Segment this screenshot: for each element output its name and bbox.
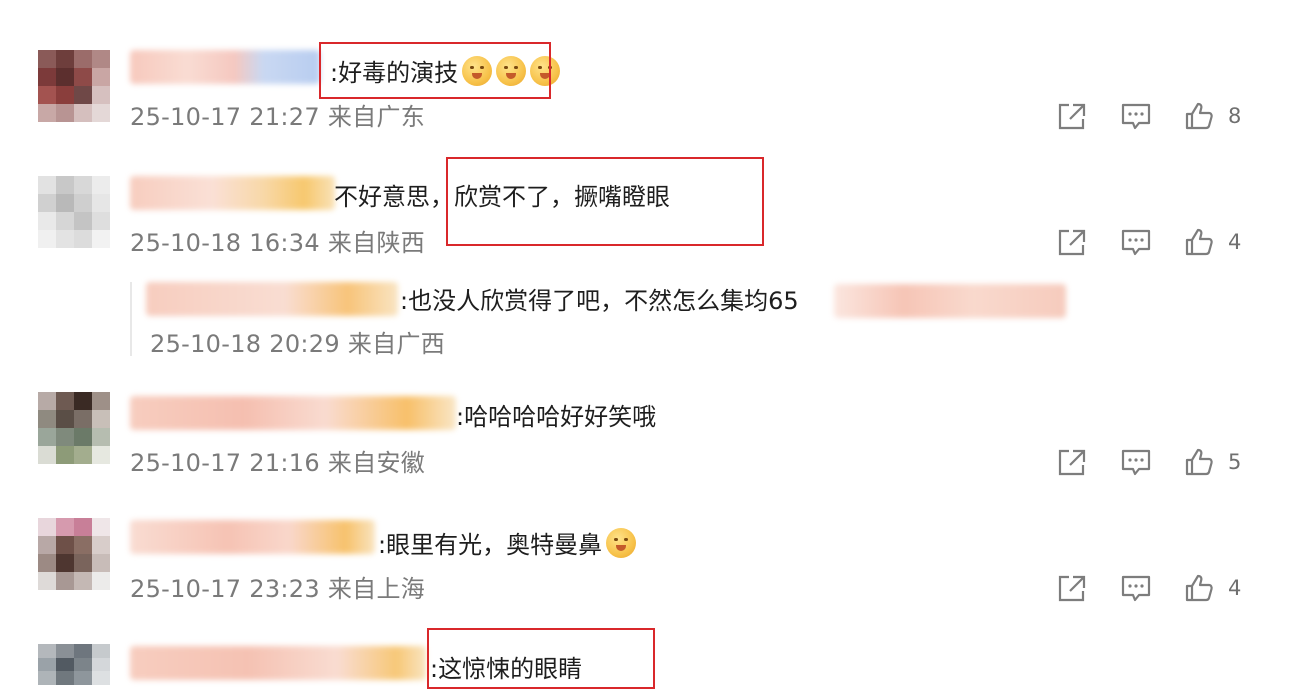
thumbs-up-icon xyxy=(1185,102,1213,130)
share-button[interactable] xyxy=(1056,570,1088,606)
username-blurred[interactable] xyxy=(130,646,426,680)
avatar[interactable] xyxy=(38,50,110,122)
reply-divider xyxy=(130,282,132,356)
comment-meta: 25-10-18 16:34 来自陕西 xyxy=(130,229,426,257)
comment-meta: 25-10-17 23:23 来自上海 xyxy=(130,575,426,603)
comment-actions: 8 xyxy=(1056,98,1256,134)
share-icon xyxy=(1058,229,1086,256)
username-blurred[interactable] xyxy=(130,396,456,430)
highlight-box xyxy=(319,42,551,99)
reply-button[interactable] xyxy=(1120,224,1152,260)
username-blurred[interactable] xyxy=(146,282,398,316)
share-button[interactable] xyxy=(1056,224,1088,260)
comment-icon xyxy=(1121,229,1151,256)
highlight-box xyxy=(446,157,764,246)
share-button[interactable] xyxy=(1056,98,1088,134)
username-blurred[interactable] xyxy=(130,50,320,84)
comment-actions: 5 xyxy=(1056,444,1256,480)
username-blurred[interactable] xyxy=(130,520,375,554)
comment-icon xyxy=(1121,449,1151,476)
avatar[interactable] xyxy=(38,176,110,248)
reply-button[interactable] xyxy=(1120,570,1152,606)
share-icon xyxy=(1058,575,1086,602)
like-button[interactable]: 5 xyxy=(1184,444,1241,480)
username-blurred[interactable] xyxy=(130,176,335,210)
like-button[interactable]: 8 xyxy=(1184,98,1241,134)
like-count: 4 xyxy=(1228,230,1242,254)
reply-text-blurred xyxy=(834,284,1066,318)
comment-text: :哈哈哈哈好好笑哦 xyxy=(456,403,657,431)
like-button[interactable]: 4 xyxy=(1184,570,1241,606)
thumbs-up-icon xyxy=(1185,448,1213,476)
reply-text: :也没人欣赏得了吧，不然怎么集均65 xyxy=(400,287,799,315)
comment-icon xyxy=(1121,103,1151,130)
emoji-icon xyxy=(606,528,637,558)
comment-meta: 25-10-17 21:16 来自安徽 xyxy=(130,449,426,477)
avatar[interactable] xyxy=(38,518,110,590)
share-icon xyxy=(1058,103,1086,130)
comment-text: :眼里有光，奥特曼鼻 xyxy=(378,528,637,562)
highlight-box xyxy=(427,628,655,689)
share-icon xyxy=(1058,449,1086,476)
comment-meta: 25-10-17 21:27 来自广东 xyxy=(130,103,426,131)
comment-icon xyxy=(1121,575,1151,602)
comment-actions: 4 xyxy=(1056,224,1256,260)
thumbs-up-icon xyxy=(1185,574,1213,602)
like-count: 8 xyxy=(1228,104,1242,128)
like-count: 4 xyxy=(1228,576,1242,600)
reply-button[interactable] xyxy=(1120,444,1152,480)
like-button[interactable]: 4 xyxy=(1184,224,1241,260)
reply-button[interactable] xyxy=(1120,98,1152,134)
avatar[interactable] xyxy=(38,644,110,698)
like-count: 5 xyxy=(1228,450,1242,474)
avatar[interactable] xyxy=(38,392,110,464)
share-button[interactable] xyxy=(1056,444,1088,480)
reply-meta: 25-10-18 20:29 来自广西 xyxy=(150,330,446,358)
comment-actions: 4 xyxy=(1056,570,1256,606)
thumbs-up-icon xyxy=(1185,228,1213,256)
